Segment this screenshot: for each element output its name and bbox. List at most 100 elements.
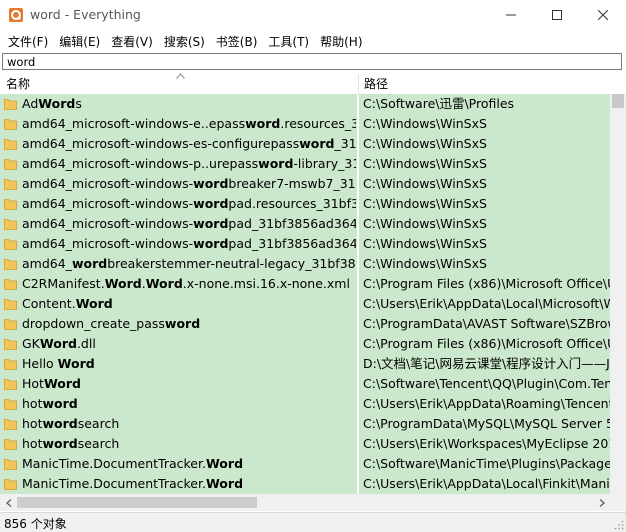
table-row[interactable]: dropdown_create_password C:\ProgramData\A… bbox=[0, 314, 610, 334]
name-cell[interactable]: amd64_microsoft-windows-wordpad_31bf3856… bbox=[0, 234, 357, 254]
menu-edit[interactable]: 编辑(E) bbox=[54, 33, 105, 50]
name-cell[interactable]: GKWord.dll bbox=[0, 334, 357, 354]
menu-help[interactable]: 帮助(H) bbox=[315, 33, 367, 50]
table-row[interactable]: hotwordsearch C:\Users\Erik\Workspaces\My… bbox=[0, 434, 610, 454]
match-highlight: Word bbox=[205, 456, 244, 471]
path-cell[interactable]: C:\Windows\WinSxS bbox=[359, 154, 610, 174]
column-header-path[interactable]: 路径 bbox=[364, 74, 388, 94]
search-input[interactable] bbox=[2, 53, 622, 70]
name-cell[interactable]: amd64_microsoft-windows-wordpad.resource… bbox=[0, 194, 357, 214]
path-cell[interactable]: C:\Windows\WinSxS bbox=[359, 194, 610, 214]
file-path: C:\Program Files (x86)\Microsoft Office\… bbox=[363, 336, 610, 351]
match-highlight: Word bbox=[104, 276, 142, 291]
path-cell[interactable]: C:\Program Files (x86)\Microsoft Office\… bbox=[359, 334, 610, 354]
table-row[interactable]: amd64_microsoft-windows-wordpad.resource… bbox=[0, 194, 610, 214]
name-cell[interactable]: C2RManifest.Word.Word.x-none.msi.16.x-no… bbox=[0, 274, 357, 294]
table-row[interactable]: ManicTime.DocumentTracker.Word C:\Users\E… bbox=[0, 474, 610, 494]
name-segment: amd64_microsoft-windows-e..epass bbox=[22, 116, 246, 131]
name-cell[interactable]: dropdown_create_password bbox=[0, 314, 357, 334]
path-cell[interactable]: C:\Windows\WinSxS bbox=[359, 114, 610, 134]
table-row[interactable]: HotWord C:\Software\Tencent\QQ\Plugin\Com… bbox=[0, 374, 610, 394]
path-cell[interactable]: C:\Program Files (x86)\Microsoft Office\… bbox=[359, 274, 610, 294]
path-cell[interactable]: C:\Users\Erik\AppData\Local\Finkit\Manic… bbox=[359, 474, 610, 494]
table-row[interactable]: hotword C:\Users\Erik\AppData\Roaming\Ten… bbox=[0, 394, 610, 414]
menu-file[interactable]: 文件(F) bbox=[3, 33, 53, 50]
name-segment: pad.resources_31bf38... bbox=[228, 196, 356, 211]
file-name: amd64_microsoft-windows-wordpad_31bf3856… bbox=[22, 214, 356, 234]
name-cell[interactable]: amd64_microsoft-windows-es-configurepass… bbox=[0, 134, 357, 154]
path-cell[interactable]: C:\Windows\WinSxS bbox=[359, 234, 610, 254]
name-cell[interactable]: hotwordsearch bbox=[0, 414, 357, 434]
file-name: amd64_microsoft-windows-es-configurepass… bbox=[22, 134, 356, 154]
path-cell[interactable]: D:\文档\笔记\网易云课堂\程序设计入门——Ja bbox=[359, 354, 610, 374]
path-cell[interactable]: C:\Windows\WinSxS bbox=[359, 174, 610, 194]
path-cell[interactable]: C:\Software\ManicTime\Plugins\Packages bbox=[359, 454, 610, 474]
table-row[interactable]: Hello Word D:\文档\笔记\网易云课堂\程序设计入门——Ja bbox=[0, 354, 610, 374]
name-cell[interactable]: HotWord bbox=[0, 374, 357, 394]
scroll-left-button[interactable] bbox=[0, 494, 17, 511]
maximize-button[interactable] bbox=[534, 0, 580, 30]
table-row[interactable]: C2RManifest.Word.Word.x-none.msi.16.x-no… bbox=[0, 274, 610, 294]
column-header-name[interactable]: 名称 bbox=[6, 74, 30, 94]
table-row[interactable]: amd64_wordbreakerstemmer-neutral-legacy_… bbox=[0, 254, 610, 274]
table-row[interactable]: amd64_microsoft-windows-e..epassword.res… bbox=[0, 114, 610, 134]
table-row[interactable]: amd64_microsoft-windows-wordpad_31bf3856… bbox=[0, 214, 610, 234]
path-cell[interactable]: C:\Users\Erik\Workspaces\MyEclipse 2016 bbox=[359, 434, 610, 454]
name-cell[interactable]: AdWords bbox=[0, 94, 357, 114]
table-row[interactable]: amd64_microsoft-windows-wordbreaker7-msw… bbox=[0, 174, 610, 194]
results-list[interactable]: AdWords C:\Software\迅雷\Profiles amd64_micr… bbox=[0, 94, 610, 494]
path-cell[interactable]: C:\Windows\WinSxS bbox=[359, 134, 610, 154]
file-path: C:\Windows\WinSxS bbox=[363, 196, 487, 211]
name-cell[interactable]: amd64_microsoft-windows-wordbreaker7-msw… bbox=[0, 174, 357, 194]
path-cell[interactable]: C:\Software\Tencent\QQ\Plugin\Com.Tenc bbox=[359, 374, 610, 394]
menu-bookmarks[interactable]: 书签(B) bbox=[211, 33, 263, 50]
minimize-button[interactable] bbox=[488, 0, 534, 30]
name-cell[interactable]: amd64_microsoft-windows-p..urepassword-l… bbox=[0, 154, 357, 174]
name-segment: amd64_microsoft-windows- bbox=[22, 216, 194, 231]
name-segment: search bbox=[77, 436, 120, 451]
table-row[interactable]: amd64_microsoft-windows-es-configurepass… bbox=[0, 134, 610, 154]
name-cell[interactable]: hotword bbox=[0, 394, 357, 414]
table-row[interactable]: GKWord.dll C:\Program Files (x86)\Microso… bbox=[0, 334, 610, 354]
vertical-scroll-thumb[interactable] bbox=[612, 94, 624, 108]
close-button[interactable] bbox=[580, 0, 626, 30]
name-cell[interactable]: ManicTime.DocumentTracker.Word bbox=[0, 474, 357, 494]
name-cell[interactable]: amd64_microsoft-windows-e..epassword.res… bbox=[0, 114, 357, 134]
menu-search[interactable]: 搜索(S) bbox=[159, 33, 210, 50]
name-segment: .dll bbox=[76, 336, 96, 351]
resize-grip-icon[interactable] bbox=[614, 520, 624, 530]
file-path: C:\Users\Erik\AppData\Local\Finkit\Manic… bbox=[363, 476, 610, 491]
path-cell[interactable]: C:\ProgramData\MySQL\MySQL Server 5.5 bbox=[359, 414, 610, 434]
path-cell[interactable]: C:\Software\迅雷\Profiles bbox=[359, 94, 610, 114]
horizontal-scroll-thumb[interactable] bbox=[17, 497, 257, 508]
file-name: Hello Word bbox=[22, 354, 356, 374]
name-cell[interactable]: hotwordsearch bbox=[0, 434, 357, 454]
name-cell[interactable]: Content.Word bbox=[0, 294, 357, 314]
table-row[interactable]: amd64_microsoft-windows-p..urepassword-l… bbox=[0, 154, 610, 174]
column-divider[interactable] bbox=[358, 74, 359, 94]
path-cell[interactable]: C:\Users\Erik\AppData\Local\Microsoft\Wi bbox=[359, 294, 610, 314]
name-cell[interactable]: amd64_microsoft-windows-wordpad_31bf3856… bbox=[0, 214, 357, 234]
table-row[interactable]: hotwordsearch C:\ProgramData\MySQL\MySQL … bbox=[0, 414, 610, 434]
path-cell[interactable]: C:\ProgramData\AVAST Software\SZBrows bbox=[359, 314, 610, 334]
menu-bar: 文件(F) 编辑(E) 查看(V) 搜索(S) 书签(B) 工具(T) 帮助(H… bbox=[0, 31, 626, 51]
vertical-scrollbar[interactable] bbox=[610, 94, 626, 494]
name-cell[interactable]: Hello Word bbox=[0, 354, 357, 374]
table-row[interactable]: amd64_microsoft-windows-wordpad_31bf3856… bbox=[0, 234, 610, 254]
file-path: C:\Windows\WinSxS bbox=[363, 236, 487, 251]
table-row[interactable]: ManicTime.DocumentTracker.Word C:\Softwar… bbox=[0, 454, 610, 474]
menu-tools[interactable]: 工具(T) bbox=[263, 33, 314, 50]
horizontal-scrollbar[interactable] bbox=[0, 494, 626, 511]
name-segment: ManicTime.DocumentTracker. bbox=[22, 456, 206, 471]
match-highlight: word bbox=[193, 236, 229, 251]
path-cell[interactable]: C:\Windows\WinSxS bbox=[359, 214, 610, 234]
scroll-right-button[interactable] bbox=[593, 494, 610, 511]
name-cell[interactable]: amd64_wordbreakerstemmer-neutral-legacy_… bbox=[0, 254, 357, 274]
path-cell[interactable]: C:\Users\Erik\AppData\Roaming\Tencent\( bbox=[359, 394, 610, 414]
name-cell[interactable]: ManicTime.DocumentTracker.Word bbox=[0, 454, 357, 474]
path-cell[interactable]: C:\Windows\WinSxS bbox=[359, 254, 610, 274]
table-row[interactable]: Content.Word C:\Users\Erik\AppData\Local\… bbox=[0, 294, 610, 314]
menu-view[interactable]: 查看(V) bbox=[106, 33, 158, 50]
file-path: C:\Windows\WinSxS bbox=[363, 116, 487, 131]
table-row[interactable]: AdWords C:\Software\迅雷\Profiles bbox=[0, 94, 610, 114]
